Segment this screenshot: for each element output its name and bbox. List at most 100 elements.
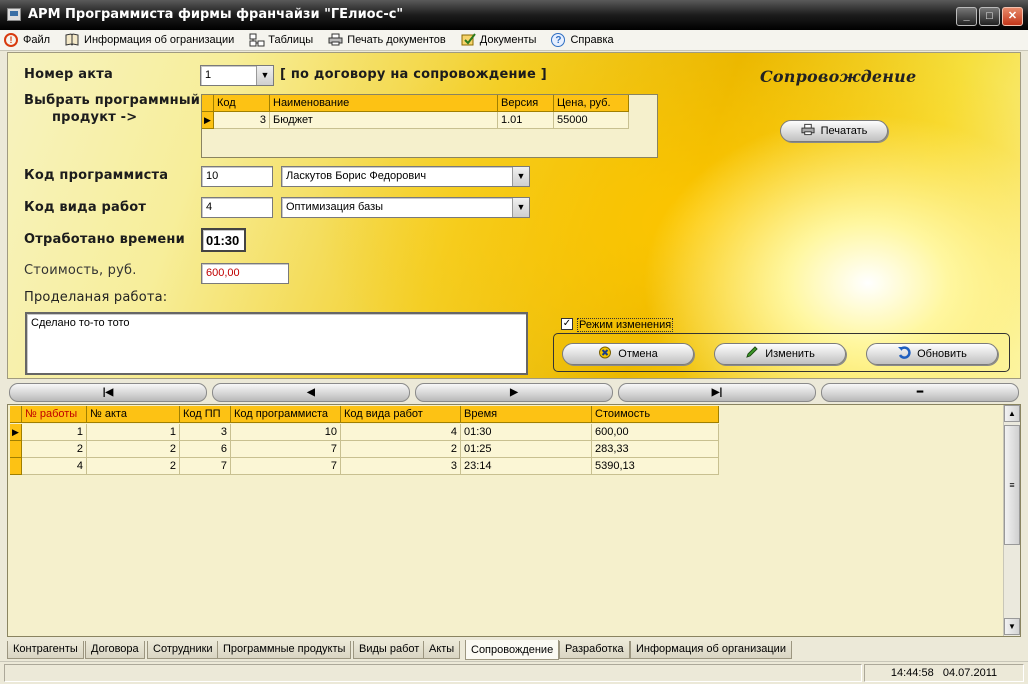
chevron-down-icon[interactable]: ▼ [512,198,529,217]
current-row-indicator-icon: ▶ [10,424,22,441]
table-cell[interactable]: 7 [231,458,341,475]
cost-input[interactable]: 600,00 [201,263,289,284]
select-product-label-2: продукт -> [52,110,138,125]
chevron-down-icon[interactable]: ▼ [512,167,529,186]
maximize-button[interactable]: □ [979,7,1000,26]
column-header[interactable]: Код [214,95,270,112]
tab-contractors[interactable]: Контрагенты [7,641,84,659]
title-bar[interactable]: АРМ Программиста фирмы франчайзи "ГЕлиос… [0,0,1028,30]
table-cell[interactable]: 10 [231,424,341,441]
tab-development[interactable]: Разработка [559,641,630,659]
scroll-down-icon[interactable]: ▼ [1004,618,1020,635]
table-cell[interactable]: 01:25 [461,441,592,458]
change-button[interactable]: Изменить [714,343,846,365]
printer-icon [801,123,815,136]
table-cell[interactable]: 7 [180,458,231,475]
nav-delete-button[interactable]: ━ [821,383,1019,402]
column-header[interactable]: Код вида работ [341,406,461,423]
table-cell[interactable]: 3 [214,112,270,129]
chevron-down-icon[interactable]: ▼ [256,66,273,85]
status-time: 14:44:58 [890,667,934,679]
tab-support[interactable]: Сопровождение [465,640,560,660]
nav-last-button[interactable]: ▶| [618,383,816,402]
window-title: АРМ Программиста фирмы франчайзи "ГЕлиос… [28,7,404,22]
grid-corner [10,406,22,423]
act-number-label: Номер акта [24,67,113,82]
column-header[interactable]: Версия [498,95,554,112]
table-cell[interactable]: 4 [22,458,87,475]
column-header[interactable]: Код программиста [231,406,341,423]
help-icon: ? [551,33,566,47]
warning-icon: ! [4,33,18,47]
tab-work-types[interactable]: Виды работ [353,641,426,659]
column-header[interactable]: Цена, руб. [554,95,629,112]
work-type-name-combo[interactable]: Оптимизация базы ▼ [281,197,530,218]
column-header[interactable]: Код ПП [180,406,231,423]
undo-icon [897,346,911,359]
column-header[interactable]: Стоимость [592,406,719,423]
minimize-button[interactable]: _ [956,7,977,26]
product-grid[interactable]: Код Наименование Версия Цена, руб. ▶ 3 Б… [201,94,658,158]
edit-mode-checkbox[interactable]: ✓ [561,318,573,330]
table-cell[interactable]: Бюджет [270,112,498,129]
column-header[interactable]: № акта [87,406,180,423]
table-cell[interactable]: 3 [341,458,461,475]
support-records-grid[interactable]: № работы № акта Код ПП Код программиста … [7,404,1021,637]
table-cell[interactable]: 283,33 [592,441,719,458]
time-worked-input[interactable]: 01:30 [201,228,246,252]
close-button[interactable]: ✕ [1002,7,1023,26]
table-cell[interactable]: 2 [341,441,461,458]
column-header[interactable]: Время [461,406,592,423]
print-button[interactable]: Печатать [780,120,888,142]
table-cell[interactable]: 5390,13 [592,458,719,475]
menu-org-info[interactable]: Информация об огранизации [65,33,234,47]
column-header[interactable]: Наименование [270,95,498,112]
cancel-button[interactable]: Отмена [562,343,694,365]
table-cell[interactable]: 1.01 [498,112,554,129]
nav-next-button[interactable]: ▶ [415,383,613,402]
table-cell[interactable]: 600,00 [592,424,719,441]
tab-employees[interactable]: Сотрудники [147,641,219,659]
work-done-label: Проделаная работа: [24,290,168,305]
table-cell[interactable]: 2 [22,441,87,458]
menu-documents[interactable]: Документы [461,33,536,47]
scroll-thumb[interactable]: ≡ [1004,425,1020,545]
table-cell[interactable]: 4 [341,424,461,441]
table-cell[interactable]: 3 [180,424,231,441]
select-product-label-1: Выбрать программный [24,93,201,108]
work-type-code-input[interactable]: 4 [201,197,273,218]
work-done-textarea[interactable]: Сделано то-то тото [25,312,528,375]
status-bar: 14:44:58 04.07.2011 [0,661,1028,684]
table-cell[interactable]: 2 [87,441,180,458]
menu-print-docs[interactable]: Печать документов [328,33,446,47]
tab-acts[interactable]: Акты [423,641,461,659]
table-cell[interactable]: 6 [180,441,231,458]
nav-prior-button[interactable]: ◀ [212,383,410,402]
table-cell[interactable]: 7 [231,441,341,458]
vertical-scrollbar[interactable]: ▲ ≡ ▼ [1003,405,1020,636]
menu-help[interactable]: ? Справка [551,33,614,47]
nav-first-button[interactable]: |◀ [9,383,207,402]
scroll-up-icon[interactable]: ▲ [1004,405,1020,422]
table-cell[interactable]: 1 [87,424,180,441]
edit-mode-label[interactable]: Режим изменения [577,318,674,332]
table-cell[interactable]: 55000 [554,112,629,129]
menu-file[interactable]: ! Файл [4,33,50,47]
printer-icon [328,33,343,47]
refresh-button[interactable]: Обновить [866,343,998,365]
table-cell[interactable]: 01:30 [461,424,592,441]
programmer-code-input[interactable]: 10 [201,166,273,187]
cost-label: Стоимость, руб. [24,263,137,278]
menu-tables[interactable]: Таблицы [249,33,313,47]
programmer-name-combo[interactable]: Ласкутов Борис Федорович ▼ [281,166,530,187]
act-number-combo[interactable]: 1 ▼ [200,65,274,86]
tab-org-info[interactable]: Информация об организации [630,641,792,659]
table-cell[interactable]: 2 [87,458,180,475]
tab-software-products[interactable]: Программные продукты [217,641,352,659]
print-button-label: Печатать [820,125,868,137]
tab-contracts[interactable]: Договора [85,641,145,659]
table-cell[interactable]: 23:14 [461,458,592,475]
table-cell[interactable]: 1 [22,424,87,441]
column-header[interactable]: № работы [22,406,87,423]
work-type-code-label: Код вида работ [24,200,147,215]
